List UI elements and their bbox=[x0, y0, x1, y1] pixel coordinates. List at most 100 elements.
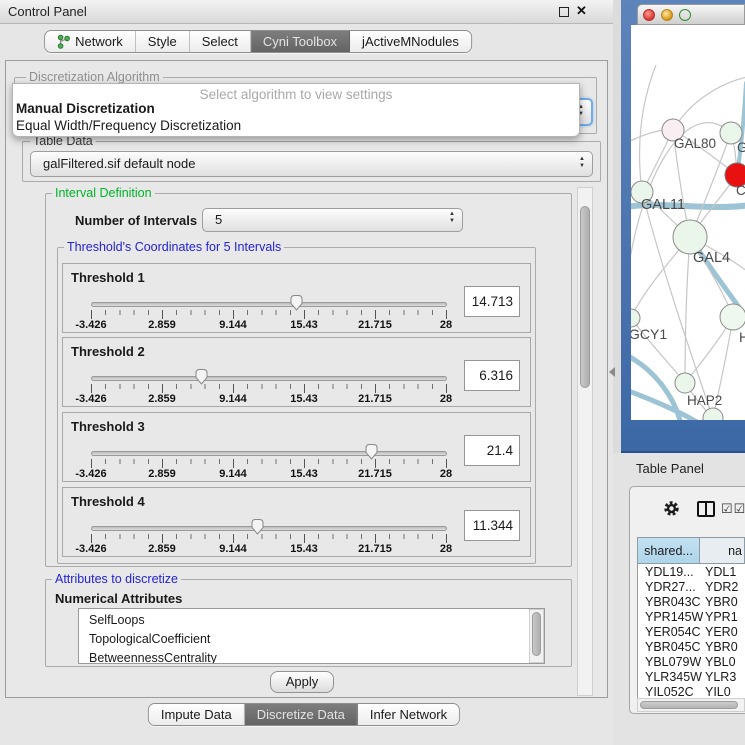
table-cell[interactable]: YPR1 bbox=[705, 610, 738, 625]
control-panel: Control Panel ✕ Network Style Select Cyn… bbox=[0, 0, 613, 745]
tab-jactivemnodules[interactable]: jActiveMNodules bbox=[350, 31, 471, 52]
threshold-4-slider-track[interactable] bbox=[91, 526, 447, 531]
tick-marks bbox=[91, 534, 447, 539]
tick-marks bbox=[91, 459, 447, 464]
column-header-label: shared... bbox=[644, 544, 693, 558]
network-canvas[interactable]: GAL80 GA C GAL11 GAL4 GCY1 H HAP2 bbox=[631, 25, 745, 420]
tick-marks bbox=[91, 310, 447, 315]
node-label: GA bbox=[737, 140, 745, 155]
tab-style-label: Style bbox=[148, 34, 177, 49]
tab-infer-network[interactable]: Infer Network bbox=[358, 704, 459, 725]
tab-select[interactable]: Select bbox=[190, 31, 251, 52]
threshold-1-value-field[interactable]: 14.713 bbox=[464, 286, 520, 317]
close-icon[interactable]: ✕ bbox=[576, 3, 587, 19]
threshold-3-slider-handle[interactable] bbox=[364, 443, 379, 460]
tab-discretize-data[interactable]: Discretize Data bbox=[245, 704, 358, 725]
bottom-tab-bar: Impute Data Discretize Data Infer Networ… bbox=[148, 703, 460, 726]
table-cell[interactable]: YLR345W bbox=[645, 670, 702, 685]
axis-label: 21.715 bbox=[358, 468, 392, 480]
node-hap2[interactable] bbox=[675, 373, 695, 393]
axis-label: 21.715 bbox=[358, 543, 392, 555]
apply-button[interactable]: Apply bbox=[270, 671, 334, 693]
table-cell[interactable]: YBL0 bbox=[705, 655, 736, 670]
panel-title: Control Panel bbox=[8, 4, 87, 19]
list-item[interactable]: SelfLoops bbox=[89, 611, 145, 630]
table-cell[interactable]: YBR0 bbox=[705, 640, 738, 655]
axis-label: 28 bbox=[440, 543, 452, 555]
network-icon bbox=[57, 34, 70, 49]
axis-label: 28 bbox=[440, 393, 452, 405]
number-of-intervals-combobox[interactable]: 5 ▲▼ bbox=[202, 208, 463, 232]
list-item[interactable]: TopologicalCoefficient bbox=[89, 630, 210, 649]
table-cell[interactable]: YBR045C bbox=[645, 640, 701, 655]
table-cell[interactable]: YBL079W bbox=[645, 655, 701, 670]
threshold-2-value-field[interactable]: 6.316 bbox=[464, 360, 520, 391]
column-header-name[interactable]: na bbox=[700, 537, 745, 564]
table-cell[interactable]: YDL1 bbox=[705, 565, 736, 580]
scrollbar-thumb[interactable] bbox=[580, 206, 590, 388]
float-window-icon[interactable] bbox=[559, 7, 569, 17]
tab-jactivemnodules-label: jActiveMNodules bbox=[362, 34, 459, 49]
threshold-2-slider-handle[interactable] bbox=[194, 368, 209, 385]
threshold-1-label: Threshold 1 bbox=[71, 270, 145, 285]
algorithm-group-title: Discretization Algorithm bbox=[26, 70, 163, 84]
threshold-2-slider-track[interactable] bbox=[91, 376, 447, 381]
panel-divider-handle[interactable] bbox=[609, 367, 615, 377]
content-vertical-scrollbar[interactable] bbox=[577, 187, 593, 696]
tab-network[interactable]: Network bbox=[45, 31, 136, 52]
column-header-label: na bbox=[728, 544, 742, 558]
dropdown-option-equal-width[interactable]: Equal Width/Frequency Discretization bbox=[16, 118, 241, 133]
table-cell[interactable]: YIL052C bbox=[645, 685, 694, 698]
tab-infer-network-label: Infer Network bbox=[370, 707, 447, 722]
algorithm-dropdown-popup: Select algorithm to view settings Manual… bbox=[12, 83, 580, 137]
zoom-traffic-light-icon[interactable] bbox=[679, 9, 691, 21]
table-data-combobox[interactable]: galFiltered.sif default node ▲▼ bbox=[30, 151, 593, 177]
threshold-1-slider-track[interactable] bbox=[91, 302, 447, 307]
tab-style[interactable]: Style bbox=[136, 31, 190, 52]
dropdown-option-manual[interactable]: Manual Discretization bbox=[16, 101, 155, 116]
axis-label: -3.426 bbox=[75, 543, 106, 555]
threshold-3-slider-track[interactable] bbox=[91, 451, 447, 456]
axis-label: 15.43 bbox=[290, 319, 318, 331]
table-cell[interactable]: YBR0 bbox=[705, 595, 738, 610]
threshold-3-panel: Threshold 3 -3.426 2.859 9.144 15.43 21.… bbox=[62, 412, 531, 482]
minimize-traffic-light-icon[interactable] bbox=[661, 9, 673, 21]
table-cell[interactable]: YER054C bbox=[645, 625, 701, 640]
threshold-3-value-field[interactable]: 21.4 bbox=[464, 435, 520, 466]
table-cell[interactable]: YPR145W bbox=[645, 610, 703, 625]
threshold-4-value-field[interactable]: 11.344 bbox=[464, 510, 520, 541]
axis-label: -3.426 bbox=[75, 468, 106, 480]
column-header-shared-name[interactable]: shared... bbox=[637, 537, 700, 564]
table-cell[interactable]: YER0 bbox=[705, 625, 738, 640]
dropdown-prompt[interactable]: Select algorithm to view settings bbox=[13, 87, 579, 102]
axis-label: -3.426 bbox=[75, 319, 106, 331]
table-cell[interactable]: YLR3 bbox=[705, 670, 736, 685]
axis-label: 9.144 bbox=[219, 319, 247, 331]
select-columns-icon[interactable]: ☑☑ bbox=[721, 501, 745, 517]
top-tab-bar: Network Style Select Cyni Toolbox jActiv… bbox=[44, 30, 472, 53]
column-view-icon[interactable] bbox=[697, 501, 715, 517]
table-cell[interactable]: YDR2 bbox=[705, 580, 738, 595]
threshold-2-panel: Threshold 2 -3.426 2.859 9.144 15.43 21.… bbox=[62, 337, 531, 407]
list-item[interactable]: BetweennessCentrality bbox=[89, 649, 217, 664]
table-cell[interactable]: YBR043C bbox=[645, 595, 701, 610]
table-horizontal-scrollbar[interactable] bbox=[637, 698, 745, 712]
node-label: GAL80 bbox=[674, 136, 716, 151]
node-h[interactable] bbox=[720, 304, 745, 330]
network-window-titlebar[interactable] bbox=[637, 4, 745, 25]
threshold-4-slider-handle[interactable] bbox=[250, 518, 265, 535]
scrollbar-thumb[interactable] bbox=[640, 701, 738, 709]
table-data-value: galFiltered.sif default node bbox=[43, 156, 195, 171]
table-cell[interactable]: YDR27... bbox=[645, 580, 696, 595]
list-vertical-scrollbar[interactable] bbox=[529, 609, 544, 663]
node-gal4[interactable] bbox=[673, 220, 707, 254]
scrollbar-thumb[interactable] bbox=[532, 612, 541, 656]
close-traffic-light-icon[interactable] bbox=[643, 9, 655, 21]
threshold-1-slider-handle[interactable] bbox=[289, 294, 304, 311]
tab-cyni-toolbox[interactable]: Cyni Toolbox bbox=[251, 31, 350, 52]
table-cell[interactable]: YDL19... bbox=[645, 565, 694, 580]
tab-impute-data[interactable]: Impute Data bbox=[149, 704, 245, 725]
node-gcy1[interactable] bbox=[631, 309, 640, 327]
gear-icon[interactable] bbox=[663, 500, 680, 517]
table-cell[interactable]: YIL0 bbox=[705, 685, 731, 698]
